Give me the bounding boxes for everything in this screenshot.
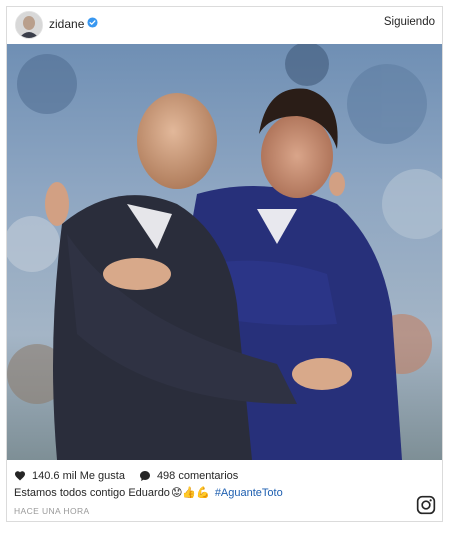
verified-badge-icon bbox=[87, 17, 98, 28]
hashtag-link[interactable]: #AguanteToto bbox=[215, 487, 283, 499]
post-stats: 140.6 mil Me gusta 498 comentarios bbox=[14, 469, 238, 483]
post-header: zidane Siguiendo bbox=[7, 7, 442, 43]
username[interactable]: zidane bbox=[49, 17, 84, 31]
post-photo[interactable] bbox=[7, 44, 442, 460]
likes-count[interactable]: 140.6 mil Me gusta bbox=[32, 470, 125, 482]
avatar[interactable] bbox=[15, 11, 43, 39]
caption-text: Estamos todos contigo Eduardo bbox=[14, 487, 170, 499]
following-button[interactable]: Siguiendo bbox=[384, 16, 435, 28]
heart-icon[interactable] bbox=[14, 470, 26, 482]
comment-bubble-icon[interactable] bbox=[139, 470, 151, 482]
instagram-logo-icon[interactable] bbox=[416, 495, 436, 515]
caption-emojis: 😟👍💪 bbox=[170, 486, 210, 499]
instagram-embed-card: zidane Siguiendo 140.6 mil Me gusta 498 … bbox=[6, 6, 443, 522]
post-timestamp: HACE UNA HORA bbox=[14, 506, 90, 516]
post-caption: Estamos todos contigo Eduardo 😟👍💪 #Aguan… bbox=[14, 487, 283, 499]
post-footer: 140.6 mil Me gusta 498 comentarios Estam… bbox=[7, 460, 442, 522]
comments-count[interactable]: 498 comentarios bbox=[157, 470, 238, 482]
